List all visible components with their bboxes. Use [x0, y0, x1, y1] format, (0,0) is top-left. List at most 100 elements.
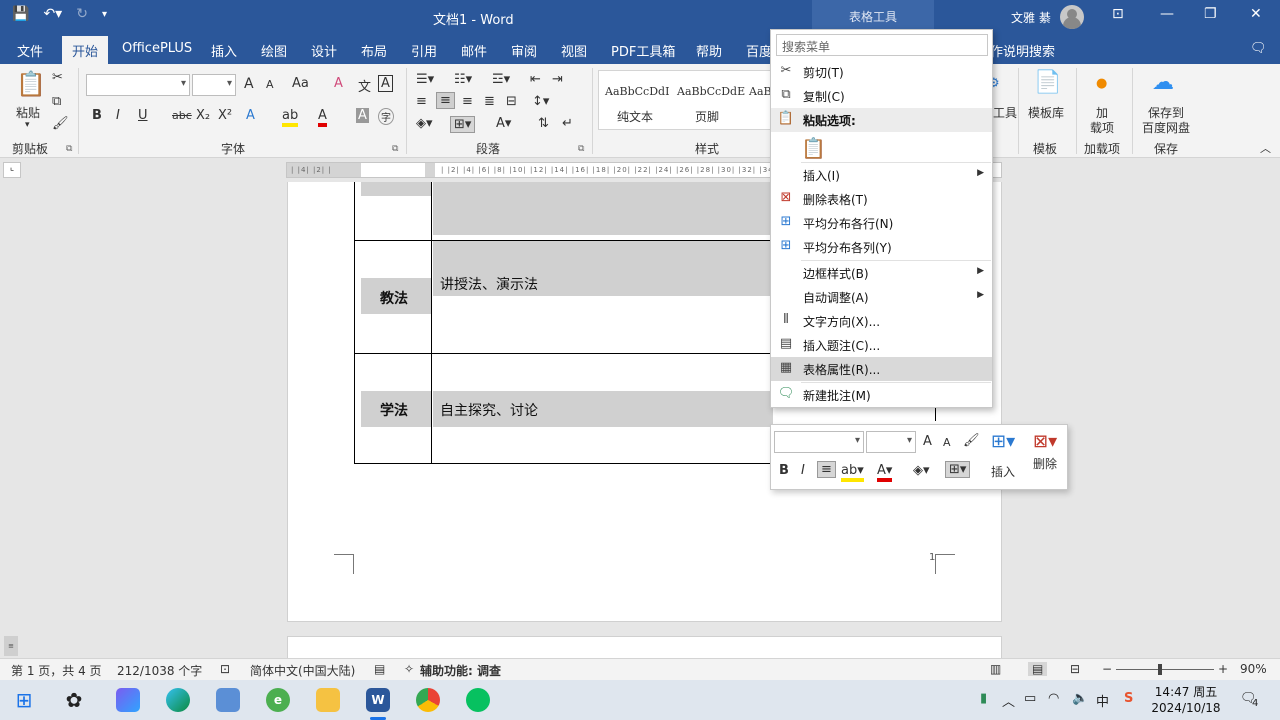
addin-line2[interactable]: 载项	[1090, 119, 1114, 136]
tab-officeplus[interactable]: OfficePLUS	[122, 41, 192, 56]
template-library-icon[interactable]: 📄	[1034, 70, 1061, 95]
proofing-icon[interactable]: ⊡	[220, 662, 230, 676]
tab-file[interactable]: 文件	[17, 41, 43, 60]
undo-icon[interactable]: ↶▾	[43, 6, 62, 22]
mini-italic-icon[interactable]: I	[801, 463, 805, 478]
copy-icon[interactable]: ⧉	[52, 94, 61, 109]
align-right-icon[interactable]: ≡	[462, 94, 473, 109]
increase-indent-icon[interactable]: ⇥	[552, 72, 563, 87]
text-effects-icon[interactable]: A	[246, 108, 255, 123]
tab-pdf-tools[interactable]: PDF工具箱	[611, 41, 675, 60]
show-hidden-icons-icon[interactable]: ︿	[1002, 691, 1015, 710]
tools-label[interactable]: 工具	[993, 104, 1017, 121]
baidu-netdisk-icon[interactable]: ☁	[1152, 70, 1174, 95]
battery-app-icon[interactable]: ▮	[980, 691, 987, 706]
mini-font-size-combo[interactable]	[866, 431, 916, 453]
mini-font-name-combo[interactable]	[774, 431, 864, 453]
save-baidu-line2[interactable]: 百度网盘	[1142, 119, 1190, 136]
bold-icon[interactable]: B	[92, 108, 102, 123]
maximize-icon[interactable]: ❐	[1204, 6, 1217, 22]
bullets-icon[interactable]: ☰▾	[416, 72, 434, 87]
cut-icon[interactable]: ✂	[52, 70, 63, 85]
highlight-icon[interactable]: ab	[282, 108, 299, 127]
change-case-icon[interactable]: Aa	[292, 76, 309, 91]
copilot-icon[interactable]	[116, 688, 140, 712]
menu-item-insert-caption[interactable]: ▤ 插入题注(C)...	[771, 333, 992, 357]
tab-references[interactable]: 引用	[411, 41, 437, 60]
font-size-combo[interactable]	[192, 74, 236, 96]
italic-icon[interactable]: I	[116, 108, 120, 123]
minimize-icon[interactable]: —	[1160, 6, 1174, 22]
edge-icon[interactable]	[166, 688, 190, 712]
show-marks-icon[interactable]: ↵	[562, 116, 573, 131]
print-layout-icon[interactable]: ▤	[1028, 662, 1048, 676]
status-page[interactable]: 第 1 页，共 4 页	[11, 662, 102, 679]
zoom-level[interactable]: 90%	[1240, 662, 1267, 676]
shrink-font-icon[interactable]: A	[266, 78, 274, 91]
clipboard-dialog-launcher-icon[interactable]: ⧉	[66, 144, 72, 154]
sort-icon[interactable]: ⇅	[538, 116, 549, 131]
close-icon[interactable]: ✕	[1250, 6, 1262, 22]
mini-shading-icon[interactable]: ◈▾	[913, 463, 930, 478]
battery-icon[interactable]: ▭	[1024, 691, 1036, 706]
collapse-ribbon-icon[interactable]: ︿	[1260, 140, 1271, 156]
underline-icon[interactable]: U	[138, 108, 148, 123]
menu-search-input[interactable]: 搜索菜单	[776, 34, 988, 56]
strikethrough-icon[interactable]: abc	[172, 109, 192, 122]
menu-item-new-comment[interactable]: 🗨 新建批注(M)	[771, 383, 992, 407]
status-accessibility[interactable]: 辅助功能: 调查	[420, 662, 501, 679]
menu-item-autofit[interactable]: 自动调整(A) ▶	[771, 285, 992, 309]
tab-design[interactable]: 设计	[311, 41, 337, 60]
read-mode-icon[interactable]: ▥	[990, 662, 1001, 676]
paste-dropdown-icon[interactable]: ▾	[25, 120, 30, 130]
multilevel-list-icon[interactable]: ☲▾	[492, 72, 510, 87]
browser-e-icon[interactable]: e	[266, 688, 290, 712]
file-explorer-icon[interactable]	[316, 688, 340, 712]
paragraph-dialog-launcher-icon[interactable]: ⧉	[578, 144, 584, 154]
paste-keep-format-icon[interactable]: 📋	[801, 136, 826, 160]
borders-icon[interactable]: ⊞▾	[450, 116, 476, 133]
addin-icon[interactable]: ●	[1096, 76, 1107, 91]
tab-mailings[interactable]: 邮件	[461, 41, 487, 60]
mini-insert-table-icon[interactable]: ⊞▾	[991, 431, 1015, 452]
tab-stop-selector[interactable]: ⌞	[3, 162, 21, 178]
ruler-indent-marker[interactable]	[425, 163, 435, 177]
menu-item-distribute-columns[interactable]: ⊞ 平均分布各列(Y)	[771, 235, 992, 259]
customize-qat-icon[interactable]: ▾	[102, 9, 107, 20]
enclose-characters-icon[interactable]: 字	[378, 108, 394, 125]
mini-font-color-icon[interactable]: A▾	[877, 463, 893, 482]
accessibility-icon[interactable]: ✧	[404, 662, 414, 676]
mini-center-icon[interactable]: ≡	[817, 461, 836, 478]
tab-draw[interactable]: 绘图	[261, 41, 287, 60]
document-page-next[interactable]	[287, 636, 1002, 660]
paste-icon[interactable]: 📋	[16, 70, 46, 98]
windows-start-icon[interactable]: ⊞	[12, 688, 36, 712]
character-border-icon[interactable]: A	[378, 75, 393, 92]
mini-bold-icon[interactable]: B	[779, 463, 789, 478]
web-layout-icon[interactable]: ⊟	[1070, 662, 1080, 676]
tab-view[interactable]: 视图	[561, 41, 587, 60]
save-icon[interactable]: 💾	[12, 6, 29, 22]
desktop-app-icon[interactable]	[216, 688, 240, 712]
align-left-icon[interactable]: ≡	[416, 94, 427, 109]
menu-item-text-direction[interactable]: ⫴ 文字方向(X)...	[771, 309, 992, 333]
chinese-layout-icon[interactable]: A▾	[496, 116, 511, 131]
menu-item-insert[interactable]: 插入(I) ▶	[771, 163, 992, 187]
menu-item-distribute-rows[interactable]: ⊞ 平均分布各行(N)	[771, 211, 992, 235]
avatar[interactable]	[1060, 5, 1084, 29]
superscript-icon[interactable]: X²	[218, 108, 232, 123]
font-dialog-launcher-icon[interactable]: ⧉	[392, 144, 398, 154]
menu-item-delete-table[interactable]: ⊠ 删除表格(T)	[771, 187, 992, 211]
font-name-combo[interactable]	[86, 74, 190, 96]
format-painter-icon[interactable]: 🖌	[52, 116, 69, 131]
mini-format-painter-icon[interactable]: 🖌	[963, 433, 980, 448]
tab-review[interactable]: 审阅	[511, 41, 537, 60]
mini-delete-table-icon[interactable]: ⊠▾	[1033, 431, 1057, 452]
menu-item-copy[interactable]: ⧉ 复制(C)	[771, 84, 992, 108]
tell-me-search[interactable]: 作说明搜索	[990, 41, 1055, 60]
menu-item-border-styles[interactable]: 边框样式(B) ▶	[771, 261, 992, 285]
volume-icon[interactable]: 🔈	[1072, 691, 1088, 706]
navigation-side-tab[interactable]: ≡	[4, 636, 18, 656]
status-word-count[interactable]: 212/1038 个字	[117, 662, 202, 679]
zoom-slider[interactable]	[1116, 669, 1214, 670]
